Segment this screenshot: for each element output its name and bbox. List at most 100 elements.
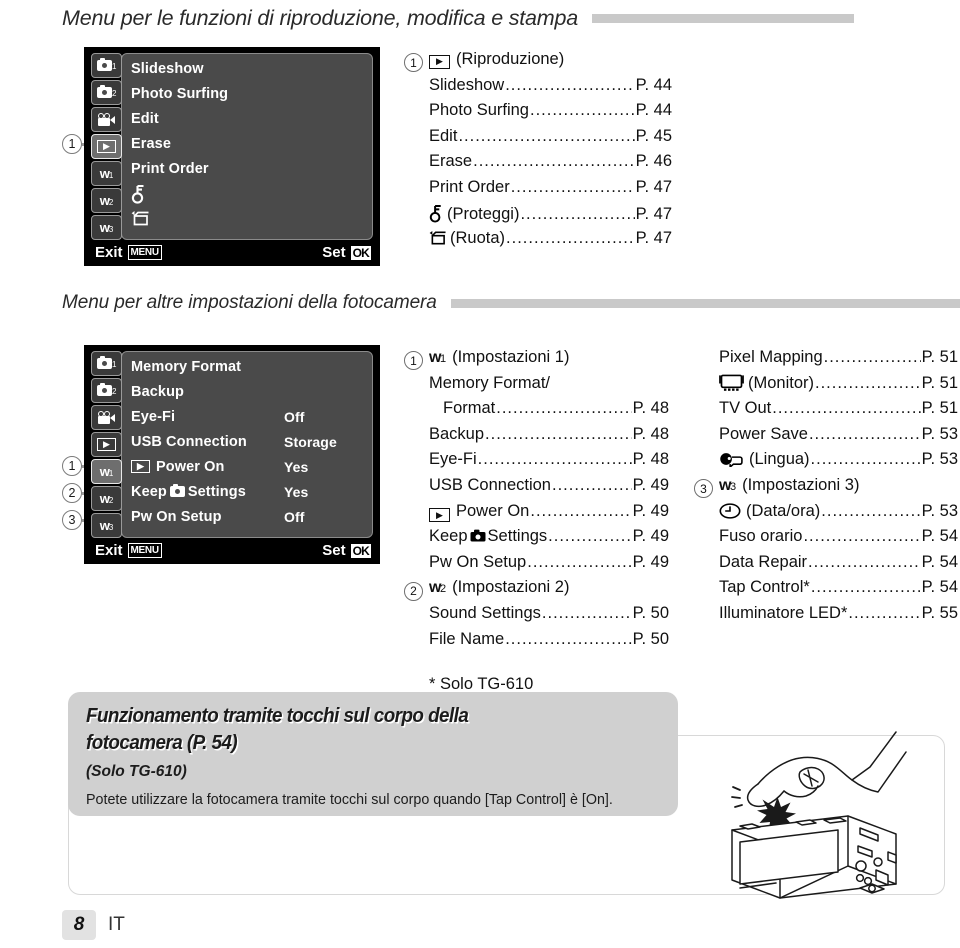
lcd-tab-camera-1[interactable]: 1: [91, 53, 122, 78]
toc-entry[interactable]: Pixel Mapping ..........................…: [694, 348, 958, 374]
lcd-row-usb-connection[interactable]: USB Connection Storage: [131, 429, 364, 454]
lcd-row-pw-on-setup[interactable]: Pw On Setup Off: [131, 504, 364, 529]
lcd-tab-camera-2[interactable]: 2: [91, 80, 122, 105]
toc-dot-leader: ........................................…: [510, 177, 635, 196]
lcd-set-group[interactable]: Set OK: [322, 542, 371, 559]
lcd-tab-camera-1[interactable]: 1: [91, 351, 122, 376]
toc-dot-leader: ........................................…: [458, 126, 634, 145]
toc-entry[interactable]: Slideshow ..............................…: [404, 76, 672, 102]
toc-entry[interactable]: Photo Surfing ..........................…: [404, 101, 672, 127]
toc-dot-leader: ........................................…: [803, 527, 921, 546]
wrench-icon: w: [99, 464, 110, 479]
lcd-tab-setup-3[interactable]: w3: [91, 215, 122, 240]
toc-entry-name: TV Out: [719, 399, 772, 418]
toc-entry[interactable]: Pw On Setup ............................…: [404, 553, 669, 579]
toc-entry[interactable]: (Data/ora) .............................…: [694, 502, 958, 528]
toc-entry[interactable]: Edit ...................................…: [404, 127, 672, 153]
toc-entry[interactable]: Keep Settings ..........................…: [404, 527, 669, 553]
toc-entry[interactable]: Power Save .............................…: [694, 425, 958, 451]
toc-dot-leader: ........................................…: [477, 450, 632, 469]
toc-entry[interactable]: Eye-Fi .................................…: [404, 450, 669, 476]
toc-entry[interactable]: (Monitor) ..............................…: [694, 374, 958, 400]
toc-entry-name: Pixel Mapping: [719, 348, 823, 366]
toc-entry[interactable]: USB Connection .........................…: [404, 476, 669, 502]
toc-dot-leader: ........................................…: [505, 75, 634, 94]
lcd-tab-setup-3[interactable]: w3: [91, 513, 122, 538]
toc-playback: 1 ▶ (Riproduzione) Slideshow ...........…: [404, 50, 672, 255]
camera-icon: [96, 382, 112, 396]
toc-dot-leader: ........................................…: [520, 204, 634, 223]
tip-subtitle: (Solo TG-610): [86, 763, 187, 780]
tip-body-text: Potete utilizzare la fotocamera tramite …: [86, 792, 613, 808]
lcd-exit-group[interactable]: Exit MENU: [95, 244, 162, 261]
toc-setup-middle: 1 w1 (Impostazioni 1) Memory Format/ For…: [404, 348, 669, 694]
lcd-row-slideshow[interactable]: Slideshow: [131, 56, 364, 81]
playback-icon: ▶: [429, 54, 450, 69]
toc-entry[interactable]: Tap Control* ...........................…: [694, 578, 958, 604]
lcd-row-value: Yes: [284, 483, 309, 500]
monitor-icon: [719, 374, 744, 391]
lcd-row-edit[interactable]: Edit: [131, 106, 364, 131]
lcd-row-print-order[interactable]: Print Order: [131, 156, 364, 181]
toc-dot-leader: ........................................…: [808, 424, 921, 443]
lcd-row-photo-surfing[interactable]: Photo Surfing: [131, 81, 364, 106]
playback-icon: ▶: [97, 140, 116, 153]
lcd-row-rotate[interactable]: [131, 206, 364, 231]
camera-icon: [96, 57, 112, 71]
lcd-exit-group[interactable]: Exit MENU: [95, 542, 162, 559]
toc-entry-name: Power Save: [719, 424, 808, 443]
lcd-row-power-on[interactable]: ▶ Power On Yes: [131, 454, 364, 479]
callout-number: 1: [62, 456, 82, 476]
lcd-tab-movie[interactable]: [91, 107, 122, 132]
lcd-row-protect[interactable]: [131, 181, 364, 206]
toc-entry-name: Erase: [429, 152, 473, 171]
toc-entry[interactable]: Format .................................…: [404, 399, 669, 425]
lcd-tab-setup-2[interactable]: w2: [91, 486, 122, 511]
toc-group-index: 1: [439, 353, 447, 365]
toc-entry-page: P. 50: [632, 629, 669, 648]
language-icon: [720, 453, 743, 470]
lcd-row-erase[interactable]: Erase: [131, 131, 364, 156]
toc-setup-right: Pixel Mapping ..........................…: [694, 348, 958, 630]
toc-group-label: (Impostazioni 1): [452, 348, 570, 366]
lcd-tab-playback[interactable]: ▶: [91, 134, 122, 159]
lcd-tab-setup-1[interactable]: w1: [91, 459, 122, 484]
toc-entry-name: Fuso orario: [719, 527, 803, 546]
toc-entry-name: Illuminatore LED*: [719, 603, 848, 622]
toc-entry[interactable]: Memory Format/: [404, 374, 669, 400]
lcd-row-memory-format[interactable]: Memory Format: [131, 354, 364, 379]
toc-entry[interactable]: ▶ Power On .............................…: [404, 502, 669, 528]
section-heading-setup: Menu per altre impostazioni della fotoca…: [62, 292, 960, 314]
toc-entry[interactable]: Print Order ............................…: [404, 178, 672, 204]
toc-entry-page: P. 49: [632, 501, 669, 520]
toc-entry[interactable]: (Lingua) ...............................…: [694, 450, 958, 476]
toc-entry[interactable]: Fuso orario ............................…: [694, 527, 958, 553]
toc-entry-name: Format: [443, 399, 496, 418]
lcd-tab-movie[interactable]: [91, 405, 122, 430]
toc-entry[interactable]: Illuminatore LED* ......................…: [694, 604, 958, 630]
lcd-row-keep-settings[interactable]: Keep Settings Yes: [131, 479, 364, 504]
lcd-set-group[interactable]: Set OK: [322, 244, 371, 261]
toc-entry[interactable]: TV Out .................................…: [694, 399, 958, 425]
toc-entry[interactable]: (Ruota) ................................…: [404, 229, 672, 255]
lcd-tab-playback[interactable]: ▶: [91, 432, 122, 457]
lcd-tab-setup-1[interactable]: w1: [91, 161, 122, 186]
toc-entry-page: P. 51: [921, 399, 958, 418]
toc-entry[interactable]: Data Repair ............................…: [694, 553, 958, 579]
toc-entry[interactable]: (Proteggi) .............................…: [404, 204, 672, 230]
lcd-tab-setup-2[interactable]: w2: [91, 188, 122, 213]
toc-entry-name: USB Connection: [429, 475, 551, 494]
toc-entry[interactable]: File Name ..............................…: [404, 630, 669, 656]
toc-entry-page: P. 54: [921, 578, 958, 597]
toc-entry-name: (Lingua): [749, 450, 810, 469]
toc-entry[interactable]: Erase ..................................…: [404, 152, 672, 178]
toc-group-number: 1: [404, 351, 423, 371]
toc-group-header: 3 w3 (Impostazioni 3): [694, 476, 958, 502]
lcd-tab-camera-2[interactable]: 2: [91, 378, 122, 403]
toc-entry[interactable]: Sound Settings .........................…: [404, 604, 669, 630]
wrench-icon: w: [719, 476, 731, 494]
lcd-row-backup[interactable]: Backup: [131, 379, 364, 404]
toc-entry[interactable]: Backup .................................…: [404, 425, 669, 451]
lcd-row-eye-fi[interactable]: Eye-Fi Off: [131, 404, 364, 429]
toc-dot-leader: ........................................…: [496, 399, 631, 418]
